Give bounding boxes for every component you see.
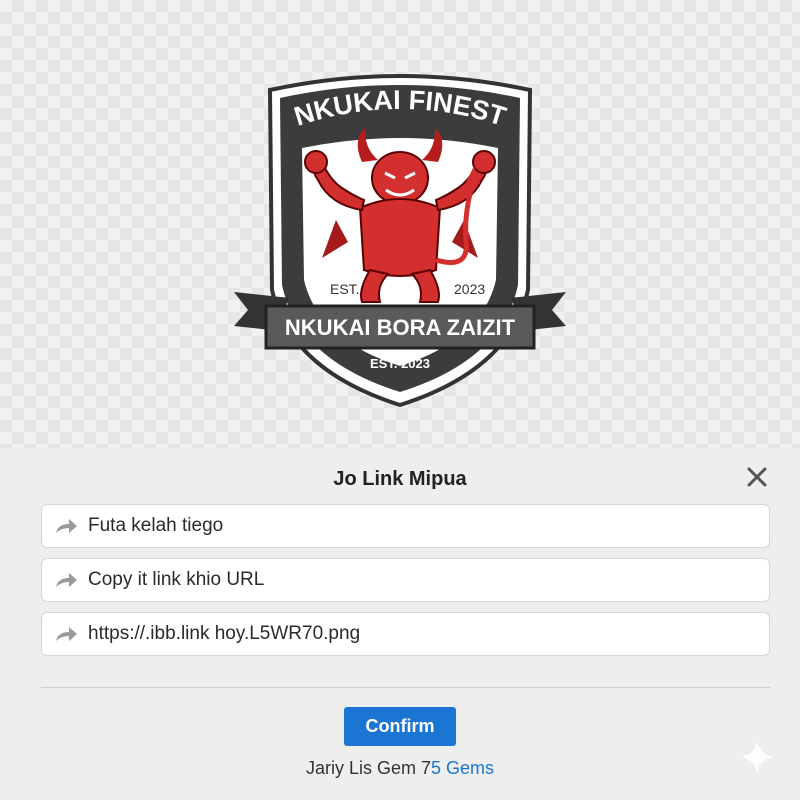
share-option-copy-url[interactable]: Copy it link khio URL: [41, 558, 770, 602]
share-sheet: Jo Link Mipua Futa kelah tiego Copy it l…: [0, 448, 800, 800]
crest-est-label: EST.: [330, 281, 360, 297]
crest-est-year: 2023: [454, 281, 485, 297]
divider: [41, 687, 770, 688]
option-label: Copy it link khio URL: [88, 569, 265, 590]
close-button[interactable]: [742, 462, 772, 492]
crest-banner-text: NKUKAI BORA ZAIZIT: [285, 315, 516, 340]
share-option-futa[interactable]: Futa kelah tiego: [41, 504, 770, 548]
gems-prefix: Jariy Lis Gem 7: [305, 758, 431, 778]
share-arrow-icon: [54, 570, 80, 590]
gems-cost-text: Jariy Lis Gem 75 Gems: [0, 758, 800, 779]
team-crest-logo: NKUKAI FINEST EST. 2023 NKUKAI BORA ZAIZ…: [234, 74, 566, 408]
sheet-title: Jo Link Mipua: [333, 468, 467, 490]
option-label: Futa kelah tiego: [88, 515, 224, 536]
close-icon: [747, 467, 767, 487]
option-label: https://.ibb.link hoy.L5WR70.png: [88, 623, 361, 644]
confirm-button[interactable]: Confirm: [344, 707, 456, 746]
sparkle-icon: [740, 740, 774, 774]
share-arrow-icon: [54, 624, 80, 644]
image-preview: NKUKAI FINEST EST. 2023 NKUKAI BORA ZAIZ…: [0, 0, 800, 448]
share-arrow-icon: [54, 516, 80, 536]
share-option-link[interactable]: https://.ibb.link hoy.L5WR70.png: [41, 612, 770, 656]
gems-amount: 5 Gems: [431, 758, 495, 778]
crest-bottom-est: EST. 2023: [370, 356, 430, 371]
